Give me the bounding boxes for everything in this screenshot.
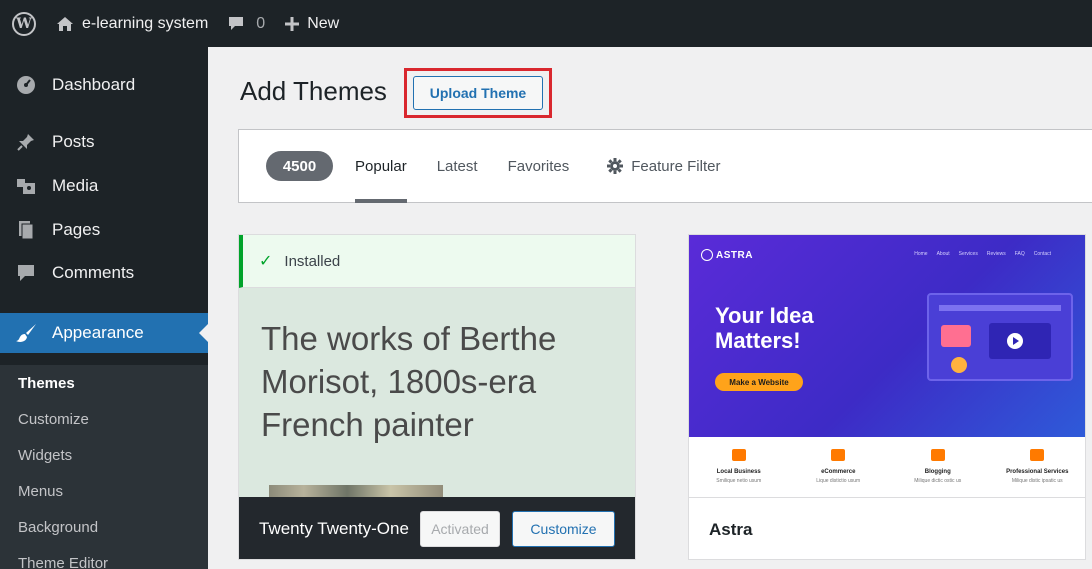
- astra-nav-item: Services: [958, 251, 978, 257]
- astra-feature: Blogging Milique dictic ostic us: [888, 443, 988, 499]
- astra-nav-item: Contact: [1033, 251, 1051, 257]
- tab-favorites[interactable]: Favorites: [508, 129, 570, 203]
- menu-item-pages[interactable]: Pages: [0, 210, 208, 250]
- menu-item-dashboard[interactable]: Dashboard: [0, 65, 208, 105]
- pages-icon: [0, 220, 52, 240]
- site-name: e-learning system: [82, 14, 209, 32]
- dashboard-icon: [0, 75, 52, 95]
- comments-link[interactable]: 0: [218, 0, 275, 47]
- astra-feature: Local Business Smilique netio usum: [689, 443, 789, 499]
- site-name-link[interactable]: e-learning system: [46, 0, 218, 47]
- media-icon: [0, 176, 52, 196]
- astra-logo: ASTRA: [701, 249, 753, 261]
- menu-label-pages: Pages: [52, 220, 101, 239]
- upload-theme-highlight: Upload Theme: [404, 68, 552, 118]
- submenu-widgets[interactable]: Widgets: [0, 437, 208, 473]
- astra-logo-icon: [701, 249, 713, 261]
- astra-feature: Professional Services Milique distic ips…: [988, 443, 1086, 499]
- astra-preview: ASTRA Home About Services Reviews FAQ Co…: [689, 235, 1085, 437]
- edit-icon: [930, 449, 945, 461]
- astra-logo-text: ASTRA: [716, 249, 753, 261]
- astra-nav-item: FAQ: [1014, 251, 1025, 257]
- feature-filter-label: Feature Filter: [631, 157, 721, 175]
- admin-sidebar: Dashboard Posts Media Pages Comments App…: [0, 47, 208, 569]
- astra-nav-item: Home: [914, 251, 928, 257]
- feature-filter-button[interactable]: Feature Filter: [607, 129, 720, 203]
- tab-latest[interactable]: Latest: [437, 129, 478, 203]
- feature-title: eCommerce: [821, 469, 856, 475]
- new-label: New: [307, 14, 340, 32]
- submenu-menus[interactable]: Menus: [0, 473, 208, 509]
- menu-item-appearance[interactable]: Appearance: [0, 313, 208, 353]
- pin-icon: [0, 132, 52, 152]
- menu-item-media[interactable]: Media: [0, 166, 208, 206]
- plus-icon: [285, 16, 300, 31]
- feature-title: Professional Services: [1006, 469, 1069, 475]
- tab-popular[interactable]: Popular: [355, 129, 407, 203]
- astra-cta: Make a Website: [715, 373, 803, 391]
- astra-headline: Your Idea Matters!: [715, 303, 814, 353]
- comments-count: 0: [256, 14, 266, 32]
- theme-name: Astra: [689, 497, 1085, 559]
- activated-button: Activated: [420, 511, 500, 547]
- feature-desc: Lique distictio usum: [816, 478, 861, 484]
- submenu-themes[interactable]: Themes: [0, 365, 208, 401]
- menu-label-dashboard: Dashboard: [52, 75, 136, 94]
- wordpress-logo-icon: W: [12, 11, 36, 36]
- new-content-button[interactable]: New: [275, 0, 349, 47]
- astra-feature: eCommerce Lique distictio usum: [789, 443, 889, 499]
- check-icon: ✓: [259, 253, 273, 270]
- theme-preview-text: The works of Berthe Morisot, 1800s-era F…: [261, 320, 557, 443]
- briefcase-icon: [731, 449, 746, 461]
- feature-desc: Milique distic ipsatic us: [1011, 478, 1063, 484]
- feature-desc: Milique dictic ostic us: [914, 478, 962, 484]
- menu-label-appearance: Appearance: [52, 323, 144, 342]
- appearance-submenu: Themes Customize Widgets Menus Backgroun…: [0, 365, 208, 569]
- feature-title: Local Business: [716, 469, 761, 475]
- home-icon: [56, 16, 74, 32]
- feature-title: Blogging: [924, 469, 951, 475]
- cart-icon: [831, 449, 846, 461]
- feature-desc: Smilique netio usum: [716, 478, 762, 484]
- astra-nav-item: About: [936, 251, 950, 257]
- submenu-theme-editor[interactable]: Theme Editor: [0, 545, 208, 569]
- theme-card-twenty-twenty-one[interactable]: ✓ Installed The works of Berthe Morisot,…: [238, 234, 636, 560]
- theme-count-badge: 4500: [266, 151, 333, 181]
- menu-item-comments[interactable]: Comments: [0, 253, 208, 293]
- menu-label-media: Media: [52, 176, 99, 195]
- upload-theme-button[interactable]: Upload Theme: [413, 76, 543, 110]
- astra-nav: Home About Services Reviews FAQ Contact: [914, 251, 1051, 257]
- installed-notice: ✓ Installed: [239, 235, 635, 288]
- theme-name: Twenty Twenty-One: [259, 519, 409, 538]
- menu-item-posts[interactable]: Posts: [0, 122, 208, 162]
- submenu-background[interactable]: Background: [0, 509, 208, 545]
- admin-bar: W e-learning system 0 New: [0, 0, 1092, 47]
- installed-label: Installed: [284, 252, 341, 270]
- theme-card-astra[interactable]: ASTRA Home About Services Reviews FAQ Co…: [688, 234, 1086, 560]
- customize-button[interactable]: Customize: [512, 511, 615, 547]
- theme-filter-bar: 4500 Popular Latest Favorites Feature Fi…: [238, 129, 1092, 203]
- submenu-customize[interactable]: Customize: [0, 401, 208, 437]
- page-title: Add Themes: [240, 76, 387, 106]
- comment-icon: [228, 16, 244, 31]
- menu-label-comments: Comments: [52, 263, 135, 282]
- brush-icon: [0, 323, 52, 343]
- theme-card-footer: Twenty Twenty-One Activated Customize: [239, 497, 635, 559]
- menu-label-posts: Posts: [52, 132, 95, 151]
- astra-illustration: [927, 293, 1073, 381]
- comment-icon: [0, 263, 52, 283]
- astra-nav-item: Reviews: [986, 251, 1006, 257]
- wordpress-logo-button[interactable]: W: [2, 0, 46, 47]
- astra-features: Local Business Smilique netio usum eComm…: [689, 443, 1086, 499]
- gear-icon: [607, 158, 624, 174]
- user-icon: [1030, 449, 1045, 461]
